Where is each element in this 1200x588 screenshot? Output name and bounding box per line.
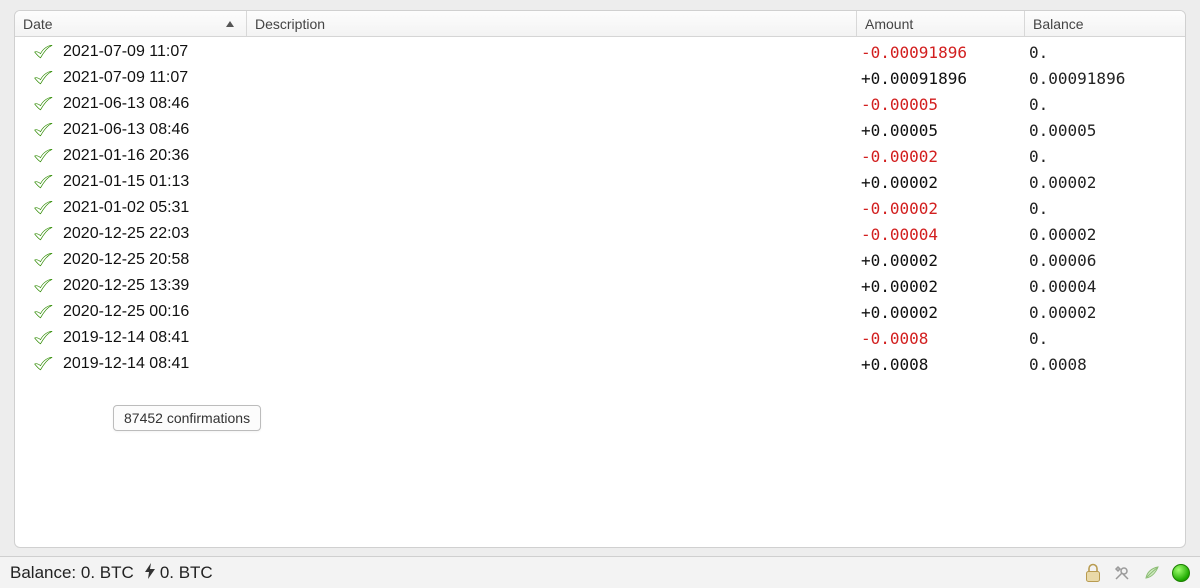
table-row[interactable]: 2020-12-25 22:03 -0.000040.00002 — [15, 221, 1185, 247]
tx-date: 2021-06-13 08:46 — [59, 121, 247, 139]
tx-date: 2019-12-14 08:41 — [59, 329, 247, 347]
table-row[interactable]: 2019-12-14 08:41 +0.00080.0008 — [15, 351, 1185, 377]
lightning-icon — [144, 563, 156, 583]
confirmed-check-icon — [15, 226, 59, 242]
confirmed-check-icon — [15, 44, 59, 60]
confirmed-check-icon — [15, 174, 59, 190]
balance-value: 0. BTC — [81, 563, 134, 583]
tx-balance: 0.00004 — [1017, 277, 1177, 296]
tx-amount: +0.00002 — [849, 173, 1017, 192]
column-header-balance[interactable]: Balance — [1025, 11, 1185, 36]
column-header-date-label: Date — [23, 16, 53, 32]
table-row[interactable]: 2020-12-25 13:39 +0.000020.00004 — [15, 273, 1185, 299]
confirmed-check-icon — [15, 356, 59, 372]
column-header-description[interactable]: Description — [247, 11, 857, 36]
column-header-balance-label: Balance — [1033, 16, 1084, 32]
seed-icon[interactable] — [1142, 563, 1162, 583]
confirmed-check-icon — [15, 96, 59, 112]
confirmations-tooltip: 87452 confirmations — [113, 405, 261, 431]
tx-amount: +0.00002 — [849, 251, 1017, 270]
tx-amount: -0.00002 — [849, 147, 1017, 166]
sort-asc-icon — [226, 21, 234, 27]
confirmed-check-icon — [15, 148, 59, 164]
tx-balance: 0. — [1017, 147, 1177, 166]
tx-date: 2021-01-02 05:31 — [59, 199, 247, 217]
history-panel: Date Description Amount Balance 2021-07-… — [14, 10, 1186, 548]
tx-balance: 0. — [1017, 329, 1177, 348]
tx-balance: 0. — [1017, 43, 1177, 62]
column-header-description-label: Description — [255, 16, 325, 32]
tx-date: 2020-12-25 00:16 — [59, 303, 247, 321]
table-row[interactable]: 2021-06-13 08:46 +0.000050.00005 — [15, 117, 1185, 143]
tx-date: 2021-01-16 20:36 — [59, 147, 247, 165]
table-row[interactable]: 2021-07-09 11:07 -0.000918960. — [15, 39, 1185, 65]
table-row[interactable]: 2021-01-15 01:13 +0.000020.00002 — [15, 169, 1185, 195]
tx-balance: 0.00006 — [1017, 251, 1177, 270]
table-row[interactable]: 2021-06-13 08:46 -0.000050. — [15, 91, 1185, 117]
table-row[interactable]: 2020-12-25 20:58 +0.000020.00006 — [15, 247, 1185, 273]
tx-amount: +0.00002 — [849, 303, 1017, 322]
tx-amount: +0.00005 — [849, 121, 1017, 140]
tx-amount: -0.00002 — [849, 199, 1017, 218]
column-header-amount-label: Amount — [865, 16, 913, 32]
confirmed-check-icon — [15, 200, 59, 216]
tx-balance: 0.00002 — [1017, 173, 1177, 192]
tx-balance: 0.00091896 — [1017, 69, 1177, 88]
wallet-window: Date Description Amount Balance 2021-07-… — [0, 0, 1200, 588]
lightning-balance-value: 0. BTC — [160, 563, 213, 583]
confirmations-tooltip-text: 87452 confirmations — [124, 410, 250, 426]
tx-amount: +0.00091896 — [849, 69, 1017, 88]
table-row[interactable]: 2020-12-25 00:16 +0.000020.00002 — [15, 299, 1185, 325]
confirmed-check-icon — [15, 304, 59, 320]
tx-date: 2020-12-25 13:39 — [59, 277, 247, 295]
tx-balance: 0. — [1017, 95, 1177, 114]
tx-date: 2020-12-25 22:03 — [59, 225, 247, 243]
tx-date: 2019-12-14 08:41 — [59, 355, 247, 373]
tx-amount: +0.0008 — [849, 355, 1017, 374]
tx-balance: 0.00005 — [1017, 121, 1177, 140]
table-row[interactable]: 2021-07-09 11:07 +0.000918960.00091896 — [15, 65, 1185, 91]
tx-balance: 0.0008 — [1017, 355, 1177, 374]
status-bar: Balance: 0. BTC 0. BTC — [0, 556, 1200, 588]
table-header: Date Description Amount Balance — [15, 11, 1185, 37]
table-row[interactable]: 2021-01-16 20:36 -0.000020. — [15, 143, 1185, 169]
tx-amount: +0.00002 — [849, 277, 1017, 296]
tx-balance: 0. — [1017, 199, 1177, 218]
tx-date: 2021-07-09 11:07 — [59, 43, 247, 61]
tx-amount: -0.00004 — [849, 225, 1017, 244]
confirmed-check-icon — [15, 122, 59, 138]
tx-date: 2020-12-25 20:58 — [59, 251, 247, 269]
column-header-date[interactable]: Date — [15, 11, 247, 36]
confirmed-check-icon — [15, 252, 59, 268]
column-header-amount[interactable]: Amount — [857, 11, 1025, 36]
tx-balance: 0.00002 — [1017, 225, 1177, 244]
table-row[interactable]: 2021-01-02 05:31 -0.000020. — [15, 195, 1185, 221]
transaction-list: 2021-07-09 11:07-0.000918960.2021-07-09 … — [15, 37, 1185, 377]
confirmed-check-icon — [15, 330, 59, 346]
tx-date: 2021-06-13 08:46 — [59, 95, 247, 113]
tx-amount: -0.00005 — [849, 95, 1017, 114]
tx-date: 2021-01-15 01:13 — [59, 173, 247, 191]
tools-icon[interactable] — [1112, 563, 1132, 583]
network-status-icon[interactable] — [1172, 564, 1190, 582]
lock-icon[interactable] — [1084, 563, 1102, 583]
confirmed-check-icon — [15, 70, 59, 86]
tx-balance: 0.00002 — [1017, 303, 1177, 322]
tx-date: 2021-07-09 11:07 — [59, 69, 247, 87]
tx-amount: -0.00091896 — [849, 43, 1017, 62]
confirmed-check-icon — [15, 278, 59, 294]
tx-amount: -0.0008 — [849, 329, 1017, 348]
table-row[interactable]: 2019-12-14 08:41 -0.00080. — [15, 325, 1185, 351]
balance-label: Balance: — [10, 563, 76, 583]
